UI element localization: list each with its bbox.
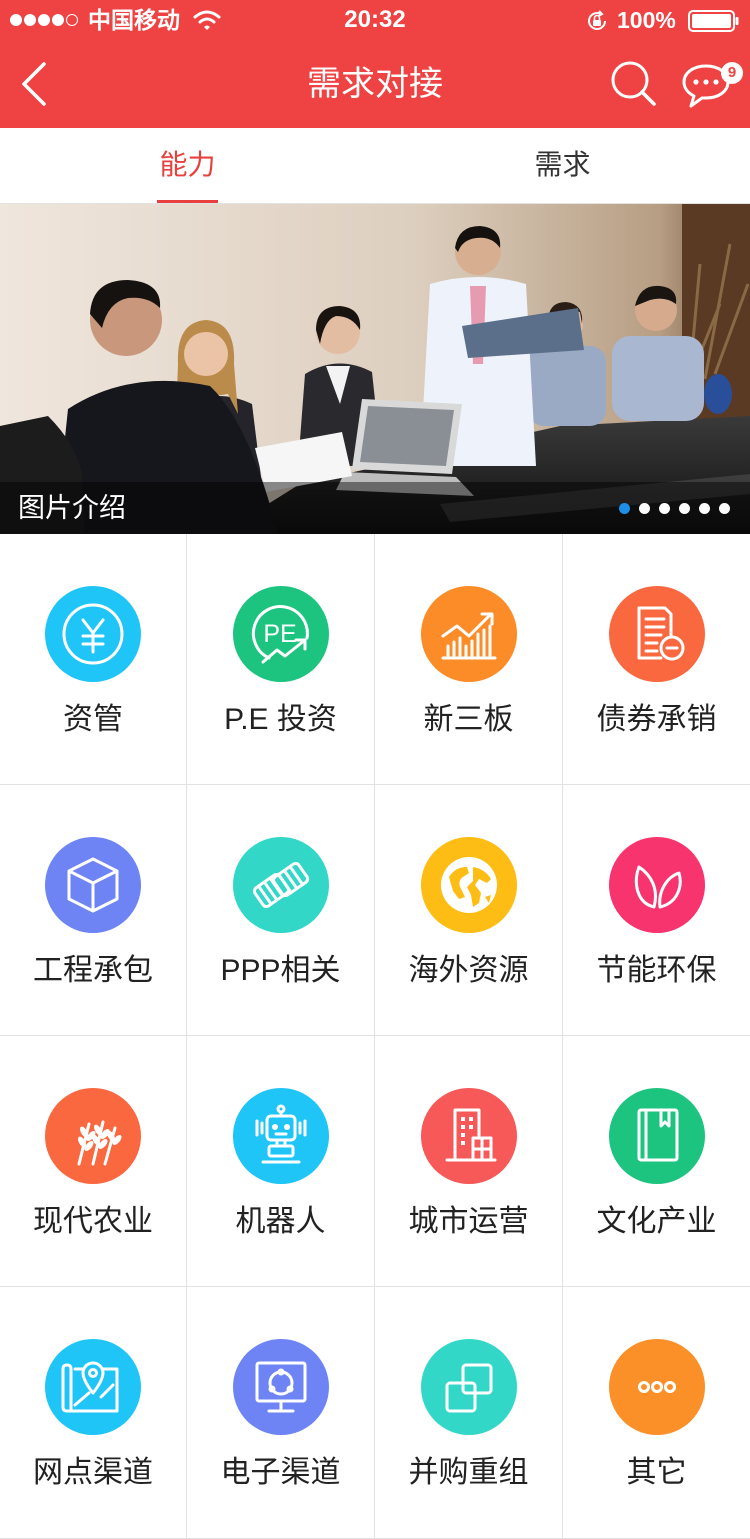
app-screen: 中国移动 20:32 100% 需求对接 9 能力 需求 图片介绍 资管 PE … xyxy=(0,0,750,1539)
wifi-icon xyxy=(193,10,221,30)
battery-percent: 100% xyxy=(617,7,676,33)
pe-icon-text: PE xyxy=(263,620,296,648)
grid-item-merger-acquisition[interactable]: 并购重组 xyxy=(375,1287,563,1539)
cube-icon xyxy=(45,837,141,933)
grid-item-culture-industry[interactable]: 文化产业 xyxy=(563,1036,750,1287)
monitor-share-icon xyxy=(232,1339,329,1435)
carousel-dot[interactable] xyxy=(719,503,730,514)
tab-active-underline xyxy=(157,200,218,203)
bond-document-icon xyxy=(608,586,705,682)
tab-label: 能力 xyxy=(159,149,216,180)
grid-item-other[interactable]: 其它 xyxy=(563,1287,750,1539)
carousel-dot[interactable] xyxy=(679,503,690,514)
grid-item-pe-investment[interactable]: PE P.E 投资 xyxy=(187,534,375,785)
carousel-dot[interactable] xyxy=(639,503,650,514)
signal-strength-icon xyxy=(10,14,80,26)
grid-item-label: 网点渠道 xyxy=(33,1456,153,1489)
grid-item-modern-agriculture[interactable]: 现代农业 xyxy=(0,1036,187,1287)
grid-item-label: 节能环保 xyxy=(596,954,717,987)
carousel-indicator xyxy=(610,503,730,514)
map-pin-icon xyxy=(45,1339,141,1435)
carousel-dot[interactable] xyxy=(619,503,630,514)
grid-item-engineering-contracting[interactable]: 工程承包 xyxy=(0,785,187,1036)
carrier-name: 中国移动 xyxy=(88,7,180,33)
globe-icon xyxy=(420,837,517,933)
grid-item-label: 文化产业 xyxy=(596,1205,717,1238)
grid-item-label: 机器人 xyxy=(235,1205,326,1238)
carousel-dot[interactable] xyxy=(659,503,670,514)
bar-chart-icon xyxy=(420,586,517,682)
wheat-icon xyxy=(45,1088,141,1184)
grid-item-asset-management[interactable]: 资管 xyxy=(0,534,187,785)
yen-coin-icon xyxy=(45,586,141,682)
pe-growth-icon: PE xyxy=(232,586,329,682)
banner-caption: 图片介绍 xyxy=(18,493,126,523)
grid-item-energy-saving[interactable]: 节能环保 xyxy=(563,785,750,1036)
grid-item-label: 现代农业 xyxy=(33,1205,153,1238)
message-badge: 9 xyxy=(721,62,743,84)
back-chevron-icon[interactable] xyxy=(16,58,52,110)
search-icon[interactable] xyxy=(608,58,660,110)
header: 中国移动 20:32 100% 需求对接 9 xyxy=(0,0,750,128)
banner-caption-bar: 图片介绍 xyxy=(0,482,750,534)
status-time: 20:32 xyxy=(344,6,406,33)
leaf-icon xyxy=(608,837,705,933)
robot-icon xyxy=(232,1088,329,1184)
tab-bar: 能力 需求 xyxy=(0,128,750,204)
rotation-lock-icon xyxy=(588,10,606,30)
grid-item-label: 债券承销 xyxy=(596,703,717,736)
more-dots-icon xyxy=(608,1339,705,1435)
book-icon xyxy=(608,1088,705,1184)
grid-item-city-operation[interactable]: 城市运营 xyxy=(375,1036,563,1287)
category-grid: 资管 PE P.E 投资 新三板 债券承销 工程承包 PPP相关 海外资源 节能… xyxy=(0,534,750,1539)
building-icon xyxy=(420,1088,517,1184)
status-bar: 中国移动 20:32 100% xyxy=(0,0,750,40)
tab-demand[interactable]: 需求 xyxy=(375,128,750,203)
grid-item-label: 资管 xyxy=(63,703,123,736)
grid-item-label: P.E 投资 xyxy=(224,703,337,736)
grid-item-label: 其它 xyxy=(626,1456,687,1489)
grid-item-label: 新三板 xyxy=(423,703,514,736)
grid-item-new-third-board[interactable]: 新三板 xyxy=(375,534,563,785)
grid-item-ppp[interactable]: PPP相关 xyxy=(187,785,375,1036)
grid-item-label: PPP相关 xyxy=(220,954,341,987)
banner-carousel[interactable]: 图片介绍 xyxy=(0,204,750,534)
battery-icon xyxy=(688,10,739,32)
grid-item-label: 并购重组 xyxy=(408,1456,529,1489)
tab-capability[interactable]: 能力 xyxy=(0,128,375,203)
grid-item-robot[interactable]: 机器人 xyxy=(187,1036,375,1287)
grid-item-label: 城市运营 xyxy=(408,1205,529,1238)
grid-item-label: 电子渠道 xyxy=(220,1456,341,1489)
grid-item-electronic-channel[interactable]: 电子渠道 xyxy=(187,1287,375,1539)
grid-item-bond-underwriting[interactable]: 债券承销 xyxy=(563,534,750,785)
overlap-squares-icon xyxy=(420,1339,517,1435)
handshake-icon xyxy=(232,837,329,933)
grid-item-label: 海外资源 xyxy=(408,954,529,987)
grid-item-label: 工程承包 xyxy=(33,954,153,987)
tab-label: 需求 xyxy=(534,149,591,180)
page-title: 需求对接 xyxy=(307,65,443,103)
grid-item-branch-channel[interactable]: 网点渠道 xyxy=(0,1287,187,1539)
grid-item-overseas-resources[interactable]: 海外资源 xyxy=(375,785,563,1036)
carousel-dot[interactable] xyxy=(699,503,710,514)
